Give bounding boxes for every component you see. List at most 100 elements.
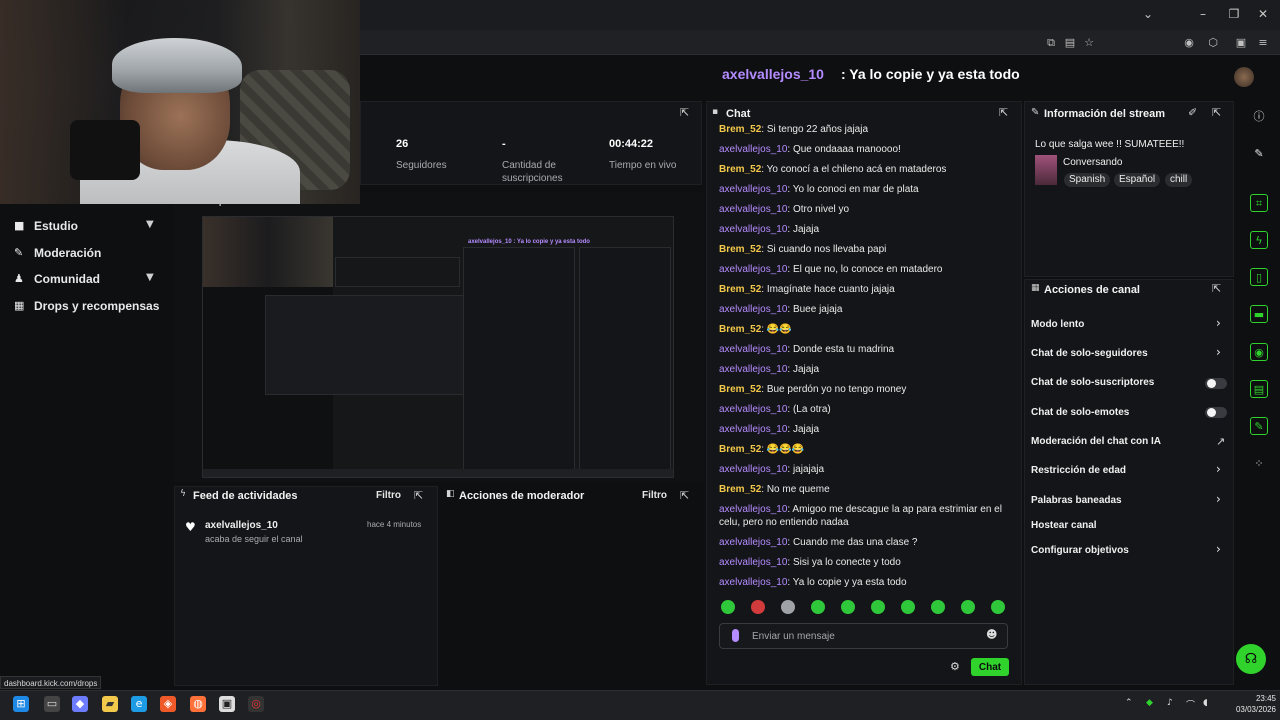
apps-icon[interactable]: ⁘ — [1250, 455, 1268, 473]
brave-shield-icon[interactable]: ▣ — [1233, 35, 1249, 51]
tray-app-icon[interactable]: ◆ — [1146, 698, 1153, 708]
chat-username[interactable]: Brem_52 — [719, 164, 761, 175]
chat-input[interactable] — [752, 628, 982, 645]
chat-username[interactable]: Brem_52 — [719, 444, 761, 455]
gear-icon[interactable]: ⚙ — [950, 660, 960, 673]
chat-username[interactable]: axelvallejos_10 — [719, 144, 787, 155]
sidebar-item-comunidad[interactable]: Comunidad — [34, 272, 100, 286]
volume-icon[interactable]: ◖ — [1203, 698, 1208, 708]
emote-icon[interactable] — [811, 600, 825, 614]
file-explorer-icon[interactable]: ▰ — [102, 696, 118, 712]
chat-username[interactable]: axelvallejos_10 — [719, 424, 787, 435]
emote-icon[interactable] — [871, 600, 885, 614]
edge-icon[interactable]: e — [131, 696, 147, 712]
tab-list-icon[interactable]: ⌄ — [1140, 6, 1156, 22]
stream-category[interactable]: Conversando — [1063, 157, 1122, 168]
send-chat-button[interactable]: Chat — [971, 658, 1009, 676]
chat-username[interactable]: axelvallejos_10 — [719, 224, 787, 235]
emoji-icon[interactable]: ☻ — [986, 628, 997, 641]
action-restriccion-edad[interactable]: Restricción de edad — [1031, 465, 1126, 476]
popout-icon[interactable]: ⇱ — [680, 489, 689, 502]
popout-icon[interactable]: ⇱ — [1212, 282, 1221, 295]
taskbar-clock[interactable]: 23:45 03/03/2026 — [1216, 693, 1276, 715]
chat-username[interactable]: axelvallejos_10 — [719, 304, 787, 315]
extensions-icon[interactable]: ⬡ — [1205, 35, 1221, 51]
chat-username[interactable]: Brem_52 — [719, 384, 761, 395]
chevron-down-icon[interactable]: ▼ — [146, 272, 154, 283]
chevron-right-icon[interactable]: › — [1216, 345, 1221, 359]
feed-item-user[interactable]: axelvallejos_10 — [205, 520, 278, 531]
lightning-icon[interactable]: ϟ — [1250, 231, 1268, 249]
popout-icon[interactable]: ⇱ — [414, 489, 423, 502]
microphone-icon[interactable]: ♪ — [1167, 698, 1173, 708]
action-hostear-canal[interactable]: Hostear canal — [1031, 520, 1097, 531]
chat-username[interactable]: axelvallejos_10 — [719, 504, 787, 515]
chat-username[interactable]: axelvallejos_10 — [719, 344, 787, 355]
minimize-icon[interactable]: – — [1195, 6, 1211, 22]
popout-icon[interactable]: ⇱ — [680, 106, 689, 119]
edit-icon[interactable]: ✐ — [1188, 106, 1197, 119]
action-configurar-objetivos[interactable]: Configurar objetivos — [1031, 545, 1129, 556]
toggle-switch[interactable] — [1205, 378, 1227, 389]
windows-start-icon[interactable]: ⊞ — [13, 696, 29, 712]
broadcast-icon[interactable]: ◉ — [1250, 343, 1268, 361]
external-link-icon[interactable]: ↗ — [1216, 435, 1225, 448]
maximize-icon[interactable]: ❐ — [1226, 6, 1242, 22]
info-icon[interactable]: ⓘ — [1250, 108, 1268, 126]
layout-icon[interactable]: ▤ — [1250, 380, 1268, 398]
clip-icon[interactable]: ⌗ — [1250, 194, 1268, 212]
help-headset-icon[interactable]: ☊ — [1236, 644, 1266, 674]
emote-icon[interactable] — [901, 600, 915, 614]
chat-username[interactable]: Brem_52 — [719, 324, 761, 335]
popout-icon[interactable]: ⇱ — [1212, 106, 1221, 119]
chat-username[interactable]: axelvallejos_10 — [719, 184, 787, 195]
pencil-icon[interactable]: ✎ — [1250, 145, 1268, 163]
action-moderacion-ia[interactable]: Moderación del chat con IA — [1031, 436, 1161, 447]
chevron-right-icon[interactable]: › — [1216, 462, 1221, 476]
chevron-right-icon[interactable]: › — [1216, 316, 1221, 330]
toggle-switch[interactable] — [1205, 407, 1227, 418]
chat-username[interactable]: axelvallejos_10 — [719, 364, 787, 375]
chat-username[interactable]: axelvallejos_10 — [719, 264, 787, 275]
chat-username[interactable]: axelvallejos_10 — [719, 464, 787, 475]
user-avatar[interactable] — [1234, 67, 1254, 87]
chat-username[interactable]: Brem_52 — [719, 124, 761, 135]
menu-icon[interactable]: ≡ — [1255, 35, 1271, 51]
sidebar-item-estudio[interactable]: Estudio — [34, 219, 78, 233]
chat-input-box[interactable]: ☻ — [719, 623, 1008, 649]
document-icon[interactable]: ▯ — [1250, 268, 1268, 286]
emote-icon[interactable] — [751, 600, 765, 614]
close-icon[interactable]: ✕ — [1255, 6, 1271, 22]
reader-icon[interactable]: ▤ — [1062, 35, 1078, 51]
bookmark-star-icon[interactable]: ☆ — [1081, 35, 1097, 51]
wrench-icon[interactable]: ✎ — [1250, 417, 1268, 435]
tray-chevron-icon[interactable]: ⌃ — [1125, 698, 1133, 708]
chat-username[interactable]: axelvallejos_10 — [719, 537, 787, 548]
feed-filter-button[interactable]: Filtro — [376, 490, 401, 501]
emote-icon[interactable] — [841, 600, 855, 614]
emote-icon[interactable] — [991, 600, 1005, 614]
microphone-icon[interactable] — [732, 629, 739, 642]
popout-icon[interactable]: ⇱ — [999, 106, 1008, 119]
action-modo-lento[interactable]: Modo lento — [1031, 319, 1084, 330]
stream-preview-video[interactable]: axelvallejos_10 : Ya lo copie y ya esta … — [202, 216, 674, 478]
emote-icon[interactable] — [781, 600, 795, 614]
chat-username[interactable]: axelvallejos_10 — [719, 577, 787, 588]
chat-username[interactable]: Brem_52 — [719, 484, 761, 495]
chevron-right-icon[interactable]: › — [1216, 492, 1221, 506]
network-icon[interactable]: ⌒ — [1186, 698, 1195, 711]
copilot-icon[interactable]: ◆ — [72, 696, 88, 712]
chat-username[interactable]: axelvallejos_10 — [719, 404, 787, 415]
action-palabras-baneadas[interactable]: Palabras baneadas — [1031, 495, 1122, 506]
store-icon[interactable]: ▣ — [219, 696, 235, 712]
emote-icon[interactable] — [721, 600, 735, 614]
firefox-icon[interactable]: ◍ — [190, 696, 206, 712]
action-solo-seguidores[interactable]: Chat de solo-seguidores — [1031, 348, 1148, 359]
chat-icon[interactable]: ▬ — [1250, 305, 1268, 323]
chevron-right-icon[interactable]: › — [1216, 542, 1221, 556]
mod-actions-filter-button[interactable]: Filtro — [642, 490, 667, 501]
screenshot-icon[interactable]: ⧉ — [1043, 35, 1059, 51]
chat-username[interactable]: Brem_52 — [719, 244, 761, 255]
profile-icon[interactable]: ◉ — [1181, 35, 1197, 51]
emote-icon[interactable] — [931, 600, 945, 614]
